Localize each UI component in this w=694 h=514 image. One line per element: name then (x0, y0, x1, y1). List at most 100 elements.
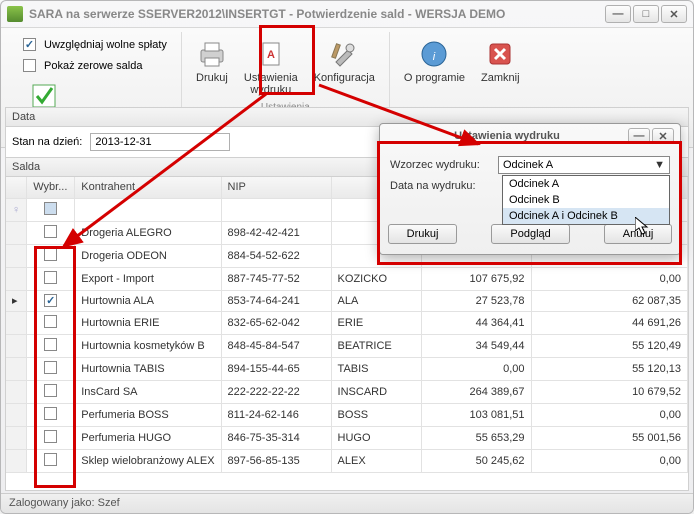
opt-wolne-splaty[interactable]: Uwzględniaj wolne spłaty (23, 38, 167, 51)
table-row[interactable]: ▸Hurtownia ALA853-74-64-241ALA27 523,786… (6, 290, 688, 311)
dialog-close-button[interactable]: ✕ (652, 128, 674, 144)
konfiguracja-button[interactable]: Konfiguracja (306, 34, 383, 100)
cell-kontrahent: Sklep wielobranżowy ALEX (75, 449, 221, 472)
close-button[interactable]: ✕ (661, 5, 687, 23)
data-wydruku-label: Data na wydruku: (390, 180, 492, 192)
opt-zerowe-salda[interactable]: Pokaż zerowe salda (23, 59, 167, 72)
cell-kontrahent: Hurtownia kosmetyków B (75, 334, 221, 357)
cell-b: 0,00 (531, 449, 687, 472)
cell-kontrahent: Perfumeria HUGO (75, 426, 221, 449)
cell-a: 55 653,29 (421, 426, 531, 449)
cell-a: 107 675,92 (421, 267, 531, 290)
dialog-minimize-button[interactable]: — (628, 128, 650, 144)
row-checkbox[interactable] (44, 453, 57, 466)
checkbox-icon[interactable] (23, 59, 36, 72)
cell-kontrahent: Hurtownia ALA (75, 290, 221, 311)
drukuj-button[interactable]: Drukuj (188, 34, 236, 100)
cell-a: 34 549,44 (421, 334, 531, 357)
opt-label: Pokaż zerowe salda (44, 60, 142, 72)
titlebar: SARA na serwerze SSERVER2012\INSERTGT - … (1, 1, 693, 27)
chevron-down-icon: ▼ (654, 159, 665, 171)
cell-b: 62 087,35 (531, 290, 687, 311)
dropdown-option[interactable]: Odcinek A (503, 176, 669, 192)
zamknij-button[interactable]: Zamknij (473, 34, 528, 88)
cell-nip: 898-42-42-421 (221, 221, 331, 244)
print-settings-dialog: Ustawienia wydruku — ✕ Wzorzec wydruku: … (379, 123, 681, 255)
row-checkbox[interactable] (44, 315, 57, 328)
cell-skrot: BEATRICE (331, 334, 421, 357)
printer-icon (196, 38, 228, 70)
cell-skrot: INSCARD (331, 380, 421, 403)
wzorzec-label: Wzorzec wydruku: (390, 159, 492, 171)
row-checkbox[interactable] (44, 430, 57, 443)
dialog-titlebar: Ustawienia wydruku — ✕ (380, 124, 680, 148)
cell-skrot: HUGO (331, 426, 421, 449)
cell-nip: 853-74-64-241 (221, 290, 331, 311)
filter-checkbox[interactable] (44, 202, 57, 215)
cell-nip: 884-54-52-622 (221, 244, 331, 267)
cell-b: 0,00 (531, 403, 687, 426)
date-input[interactable]: 2013-12-31 (90, 133, 230, 151)
row-checkbox[interactable] (44, 225, 57, 238)
dropdown-option[interactable]: Odcinek B (503, 192, 669, 208)
dialog-title: Ustawienia wydruku (386, 130, 628, 142)
cell-nip: 848-45-84-547 (221, 334, 331, 357)
cell-a: 44 364,41 (421, 311, 531, 334)
cell-skrot: BOSS (331, 403, 421, 426)
dialog-drukuj-button[interactable]: Drukuj (388, 224, 458, 244)
filter-icon: ♀ (12, 204, 20, 216)
ustawienia-wydruku-button[interactable]: A Ustawienia wydruku (236, 34, 306, 100)
status-text: Zalogowany jako: Szef (9, 497, 120, 509)
cell-b: 10 679,52 (531, 380, 687, 403)
row-checkbox[interactable] (44, 338, 57, 351)
row-checkbox[interactable] (44, 407, 57, 420)
col-nip[interactable]: NIP (221, 177, 331, 198)
wzorzec-dropdown[interactable]: Odcinek AOdcinek BOdcinek A i Odcinek B (502, 175, 670, 225)
stan-label: Stan na dzień: (12, 136, 82, 148)
cell-skrot: ALA (331, 290, 421, 311)
table-row[interactable]: Perfumeria BOSS811-24-62-146BOSS103 081,… (6, 403, 688, 426)
minimize-button[interactable]: — (605, 5, 631, 23)
dialog-podglad-button[interactable]: Podgląd (491, 224, 569, 244)
cell-a: 264 389,67 (421, 380, 531, 403)
dropdown-option[interactable]: Odcinek A i Odcinek B (503, 208, 669, 224)
wzorzec-combo[interactable]: Odcinek A ▼ (498, 156, 670, 174)
table-row[interactable]: Hurtownia TABIS894-155-44-65TABIS0,0055 … (6, 357, 688, 380)
cell-skrot: KOZICKO (331, 267, 421, 290)
dialog-anuluj-button[interactable]: Anuluj (604, 224, 673, 244)
col-kontrahent[interactable]: Kontrahent (75, 177, 221, 198)
cell-b: 55 120,13 (531, 357, 687, 380)
table-row[interactable]: Hurtownia ERIE832-65-62-042ERIE44 364,41… (6, 311, 688, 334)
row-checkbox[interactable] (44, 271, 57, 284)
cell-skrot: ALEX (331, 449, 421, 472)
cell-nip: 222-222-22-22 (221, 380, 331, 403)
cell-kontrahent: InsCard SA (75, 380, 221, 403)
checkbox-icon[interactable] (23, 38, 36, 51)
table-row[interactable]: InsCard SA222-222-22-22INSCARD264 389,67… (6, 380, 688, 403)
row-checkbox[interactable] (44, 294, 57, 307)
cell-nip: 897-56-85-135 (221, 449, 331, 472)
o-programie-button[interactable]: i O programie (396, 34, 473, 88)
maximize-button[interactable]: □ (633, 5, 659, 23)
info-icon: i (418, 38, 450, 70)
svg-text:A: A (267, 49, 275, 61)
window-title: SARA na serwerze SSERVER2012\INSERTGT - … (29, 7, 605, 21)
cell-b: 55 001,56 (531, 426, 687, 449)
table-row[interactable]: Hurtownia kosmetyków B848-45-84-547BEATR… (6, 334, 688, 357)
row-checkbox[interactable] (44, 248, 57, 261)
table-row[interactable]: Export - Import887-745-77-52KOZICKO107 6… (6, 267, 688, 290)
close-icon (484, 38, 516, 70)
cell-nip: 846-75-35-314 (221, 426, 331, 449)
cell-nip: 832-65-62-042 (221, 311, 331, 334)
col-wybr[interactable]: Wybr... (27, 177, 75, 198)
row-checkbox[interactable] (44, 384, 57, 397)
cell-kontrahent: Hurtownia TABIS (75, 357, 221, 380)
table-row[interactable]: Sklep wielobranżowy ALEX897-56-85-135ALE… (6, 449, 688, 472)
table-row[interactable]: Perfumeria HUGO846-75-35-314HUGO55 653,2… (6, 426, 688, 449)
opt-label: Uwzględniaj wolne spłaty (44, 39, 167, 51)
cell-nip: 811-24-62-146 (221, 403, 331, 426)
row-checkbox[interactable] (44, 361, 57, 374)
cell-kontrahent: Hurtownia ERIE (75, 311, 221, 334)
cell-kontrahent: Drogeria ODEON (75, 244, 221, 267)
cell-nip: 894-155-44-65 (221, 357, 331, 380)
